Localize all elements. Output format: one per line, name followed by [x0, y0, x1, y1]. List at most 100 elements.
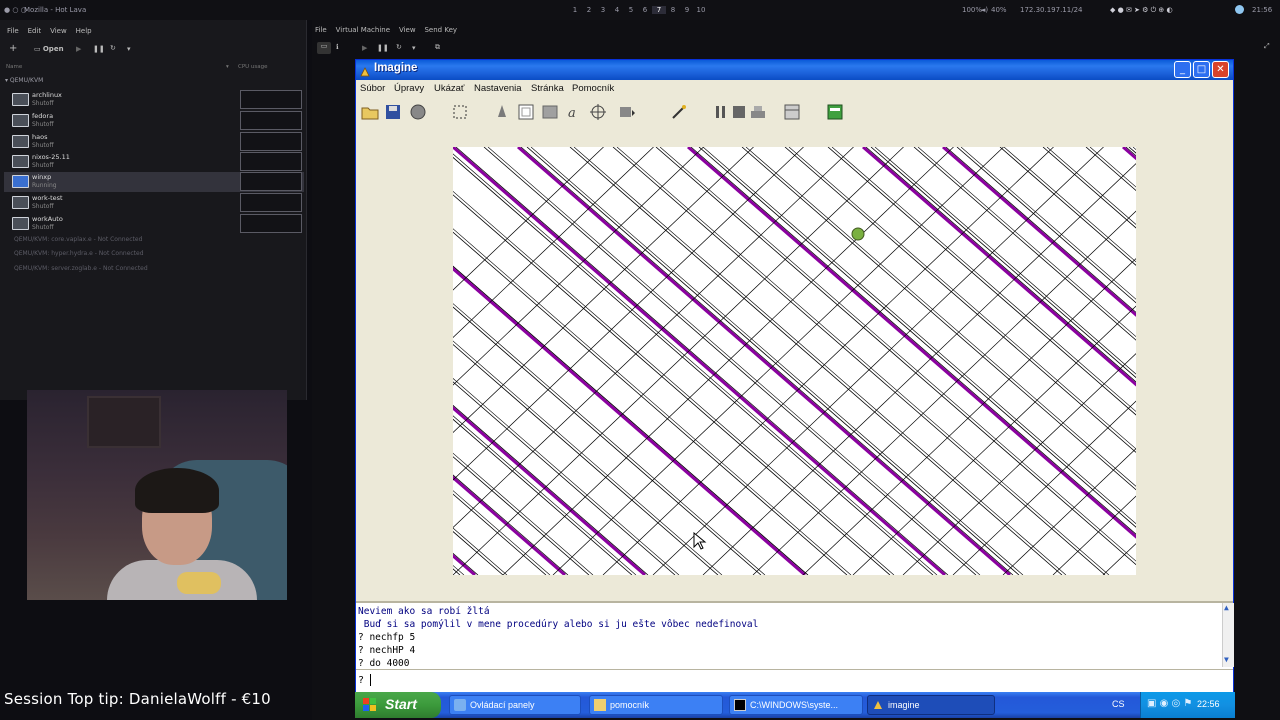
thin-diagonal-line [874, 147, 1136, 375]
vm-row[interactable]: workAuto Shutoff [4, 214, 304, 234]
connection-group[interactable]: ▾ QEMU/KVM [5, 77, 43, 84]
maximize-button[interactable]: □ [1193, 61, 1210, 78]
fullscreen-icon[interactable]: ⤢ [1264, 42, 1270, 51]
pause-icon[interactable] [712, 103, 730, 121]
menu-pomocnik[interactable]: Pomocník [572, 83, 614, 94]
connection-item[interactable]: QEMU/KVM: server.zoglab.e - Not Connecte… [14, 265, 148, 272]
text-icon[interactable]: a [565, 103, 583, 121]
turtle-sprite-icon[interactable] [851, 227, 865, 241]
menu-ukazat[interactable]: Ukázať [434, 83, 465, 94]
connection-item[interactable]: QEMU/KVM: core.vaplax.e - Not Connected [14, 236, 142, 243]
console-scrollbar[interactable]: ▲ ▼ [1222, 603, 1234, 667]
taskbar-item-cmd[interactable]: C:\WINDOWS\syste... [729, 695, 863, 715]
menu-help[interactable]: Help [76, 27, 92, 35]
save-icon[interactable] [384, 103, 402, 121]
command-input[interactable]: ? [356, 669, 1233, 692]
open-folder-icon[interactable] [361, 103, 379, 121]
menu-subor[interactable]: Súbor [360, 83, 385, 94]
shutdown-vm-icon[interactable]: ↻ [396, 43, 402, 51]
tray-icons[interactable]: ▣ ◉ ◎ ⚑ [1147, 698, 1192, 709]
menu-edit[interactable]: Edit [28, 27, 42, 35]
frame-icon[interactable] [517, 103, 535, 121]
window-layout-icon[interactable] [783, 103, 801, 121]
pause-icon[interactable]: ❚❚ [93, 45, 105, 53]
vm-row[interactable]: work-test Shutoff [4, 193, 304, 213]
workspace-5[interactable]: 5 [624, 6, 638, 14]
new-vm-plus-icon[interactable]: + [9, 43, 17, 54]
stop-icon[interactable] [730, 103, 748, 121]
page-layout-icon[interactable] [826, 103, 844, 121]
shutdown-menu-chevron-icon[interactable]: ▾ [127, 45, 131, 53]
open-button[interactable]: ▭ Open [34, 45, 64, 53]
user-icon[interactable] [1235, 5, 1244, 14]
scroll-up-icon[interactable]: ▲ [1224, 603, 1229, 612]
drawing-canvas[interactable] [453, 147, 1136, 575]
workspace-switcher[interactable]: 1 2 3 4 5 6 7 8 9 10 [568, 6, 708, 14]
shutdown-vm-chevron-icon[interactable]: ▾ [412, 44, 416, 52]
workspace-2[interactable]: 2 [582, 6, 596, 14]
thin-diagonal-line [453, 265, 809, 575]
workspace-4[interactable]: 4 [610, 6, 624, 14]
workspace-3[interactable]: 3 [596, 6, 610, 14]
sort-chevron-icon[interactable]: ▾ [226, 64, 229, 70]
connection-item[interactable]: QEMU/KVM: hyper.hydra.e - Not Connected [14, 250, 144, 257]
taskbar-clock: 22:56 [1197, 699, 1220, 709]
viewer-menu-file[interactable]: File [315, 26, 327, 34]
turtle-icon[interactable] [493, 103, 511, 121]
thin-diagonal-line [453, 493, 547, 575]
vm-row[interactable]: fedora Shutoff [4, 111, 304, 131]
cross-diagonal-line [453, 147, 904, 575]
close-button[interactable]: ✕ [1212, 61, 1229, 78]
menu-upravy[interactable]: Úpravy [394, 83, 424, 94]
viewer-menu-view[interactable]: View [399, 26, 416, 34]
workspace-9[interactable]: 9 [680, 6, 694, 14]
thin-diagonal-line [1089, 147, 1136, 188]
minimize-button[interactable]: _ [1174, 61, 1191, 78]
viewer-menu-vm[interactable]: Virtual Machine [336, 26, 390, 34]
rectangle-icon[interactable] [541, 103, 559, 121]
column-name-header[interactable]: Name [6, 64, 22, 70]
run-vm-icon[interactable]: ▶ [362, 44, 367, 52]
imagine-titlebar[interactable]: Imagine _ □ ✕ [356, 60, 1233, 80]
start-button[interactable]: Start [355, 692, 441, 718]
step-icon[interactable] [749, 103, 767, 121]
workspace-1[interactable]: 1 [568, 6, 582, 14]
shutdown-icon[interactable]: ↻ [110, 44, 116, 52]
grid-icon[interactable] [451, 103, 469, 121]
language-indicator[interactable]: CS [1112, 699, 1125, 709]
print-icon[interactable] [409, 103, 427, 121]
magic-wand-icon[interactable] [670, 103, 688, 121]
viewer-menu-sendkey[interactable]: Send Key [424, 26, 457, 34]
run-icon[interactable]: ▶ [76, 45, 81, 53]
pause-vm-icon[interactable]: ❚❚ [377, 44, 389, 52]
taskbar-item-imagine-active[interactable]: imagine [867, 695, 995, 715]
system-tray: ▣ ◉ ◎ ⚑ 22:56 [1140, 692, 1235, 718]
menu-stranka[interactable]: Stránka [531, 83, 564, 94]
vm-row[interactable]: nixos-25.11 Shutoff [4, 152, 304, 172]
thin-diagonal-line [453, 552, 479, 575]
details-view-icon[interactable]: ℹ [336, 43, 339, 51]
workspace-6[interactable]: 6 [638, 6, 652, 14]
vm-row[interactable]: haos Shutoff [4, 132, 304, 152]
column-cpu-header[interactable]: CPU usage [238, 64, 268, 70]
tray-icons[interactable]: ◆ ● ✉ ➤ ⚙ ⏻ ⊕ ◐ [1110, 6, 1173, 15]
taskbar-item-control-panel[interactable]: Ovládací panely [449, 695, 581, 715]
thin-diagonal-line [831, 147, 1136, 412]
menu-file[interactable]: File [7, 27, 19, 35]
taskbar-item-pomocnik[interactable]: pomocník [589, 695, 723, 715]
workspace-7-active[interactable]: 7 [652, 6, 666, 14]
scroll-down-icon[interactable]: ▼ [1224, 655, 1229, 664]
vm-name: work-test [32, 194, 63, 202]
menu-view[interactable]: View [50, 27, 67, 35]
vm-row[interactable]: archlinux Shutoff [4, 90, 304, 110]
top-status-bar: ● ○ ○ Mozilla - Hot Lava 1 2 3 4 5 6 7 8 9 10 100… [0, 0, 1280, 20]
snapshot-icon[interactable]: ⧉ [435, 43, 440, 52]
menu-nastavenia[interactable]: Nastavenia [474, 83, 522, 94]
workspace-8[interactable]: 8 [666, 6, 680, 14]
volume-icon[interactable]: ◄) [980, 6, 988, 14]
console-view-icon[interactable]: ▭ [317, 42, 331, 54]
target-icon[interactable] [589, 103, 607, 121]
workspace-10[interactable]: 10 [694, 6, 708, 14]
vm-row-selected[interactable]: winxp Running [4, 172, 304, 192]
gallery-icon[interactable] [618, 103, 636, 121]
